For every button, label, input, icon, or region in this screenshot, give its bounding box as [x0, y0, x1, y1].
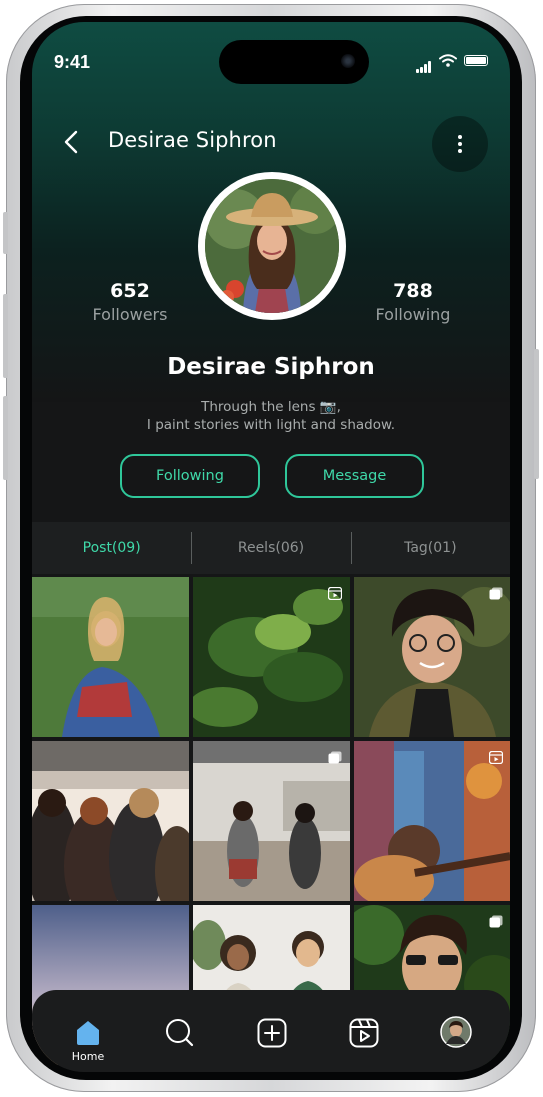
screen: 9:41 Desirae Siphron 652 Followers 788 F… — [32, 22, 510, 1072]
reel-icon — [489, 751, 503, 764]
grid-post-6[interactable] — [354, 741, 510, 901]
following-label: Following — [375, 305, 451, 324]
status-bar: 9:41 — [54, 40, 488, 84]
wifi-icon — [439, 54, 457, 67]
grid-post-5[interactable] — [193, 741, 350, 901]
portrait-illustration — [205, 179, 339, 313]
mute-switch — [3, 212, 8, 254]
post-image — [32, 577, 189, 737]
grid-post-3[interactable] — [354, 577, 510, 737]
reels-icon — [349, 1018, 379, 1048]
nav-home-label: Home — [71, 1050, 105, 1063]
grid-post-4[interactable] — [32, 741, 189, 901]
bottom-navigation: Home — [32, 990, 510, 1072]
more-options-button[interactable] — [432, 116, 488, 172]
tab-tags[interactable]: Tag(01) — [350, 522, 510, 574]
status-icons — [416, 54, 488, 73]
following-count: 788 — [393, 280, 433, 302]
multiple-icon — [328, 751, 342, 764]
nav-home[interactable]: Home — [58, 1018, 118, 1072]
page-title: Desirae Siphron — [108, 128, 277, 152]
top-bar: Desirae Siphron — [32, 116, 510, 176]
bio-line-1: Through the lens 📷, — [201, 399, 341, 415]
followers-label: Followers — [92, 305, 168, 324]
post-image — [32, 741, 189, 901]
signal-icon — [416, 55, 432, 73]
volume-up-button — [3, 294, 8, 378]
multiple-icon — [489, 587, 503, 600]
bio-line-2: I paint stories with light and shadow. — [146, 417, 396, 433]
avatar-photo — [205, 179, 339, 313]
volume-down-button — [3, 396, 8, 480]
more-vertical-icon — [458, 132, 462, 156]
followers-stat[interactable]: 652 Followers — [75, 280, 185, 324]
battery-icon — [464, 55, 488, 66]
search-icon — [166, 1019, 194, 1047]
add-icon — [257, 1018, 287, 1048]
message-button[interactable]: Message — [285, 454, 424, 498]
nav-reels[interactable] — [334, 1018, 394, 1072]
post-image — [354, 741, 510, 901]
back-button[interactable] — [56, 124, 86, 160]
chevron-left-icon — [64, 130, 78, 154]
following-button[interactable]: Following — [120, 454, 260, 498]
nav-add[interactable] — [242, 1018, 302, 1072]
multiple-icon — [489, 915, 503, 928]
nav-search[interactable] — [150, 1018, 210, 1072]
status-time: 9:41 — [54, 52, 91, 72]
camera-icon — [341, 54, 355, 68]
tab-posts[interactable]: Post(09) — [32, 522, 191, 574]
home-icon — [77, 1021, 99, 1045]
dynamic-island — [219, 40, 369, 84]
post-image — [193, 577, 350, 737]
profile-avatar[interactable] — [198, 172, 346, 320]
power-button — [534, 349, 539, 479]
nav-profile[interactable] — [426, 1016, 486, 1072]
post-image — [193, 741, 350, 901]
following-stat[interactable]: 788 Following — [358, 280, 468, 324]
profile-avatar-icon — [440, 1016, 472, 1048]
content-tabs: Post(09) Reels(06) Tag(01) — [32, 522, 510, 574]
followers-count: 652 — [110, 280, 150, 302]
grid-post-2[interactable] — [193, 577, 350, 737]
profile-name: Desirae Siphron — [167, 354, 375, 380]
profile-bio: Through the lens 📷, I paint stories with… — [32, 398, 510, 434]
tab-reels[interactable]: Reels(06) — [191, 522, 350, 574]
reel-icon — [328, 587, 342, 600]
grid-post-1[interactable] — [32, 577, 189, 737]
post-image — [354, 577, 510, 737]
